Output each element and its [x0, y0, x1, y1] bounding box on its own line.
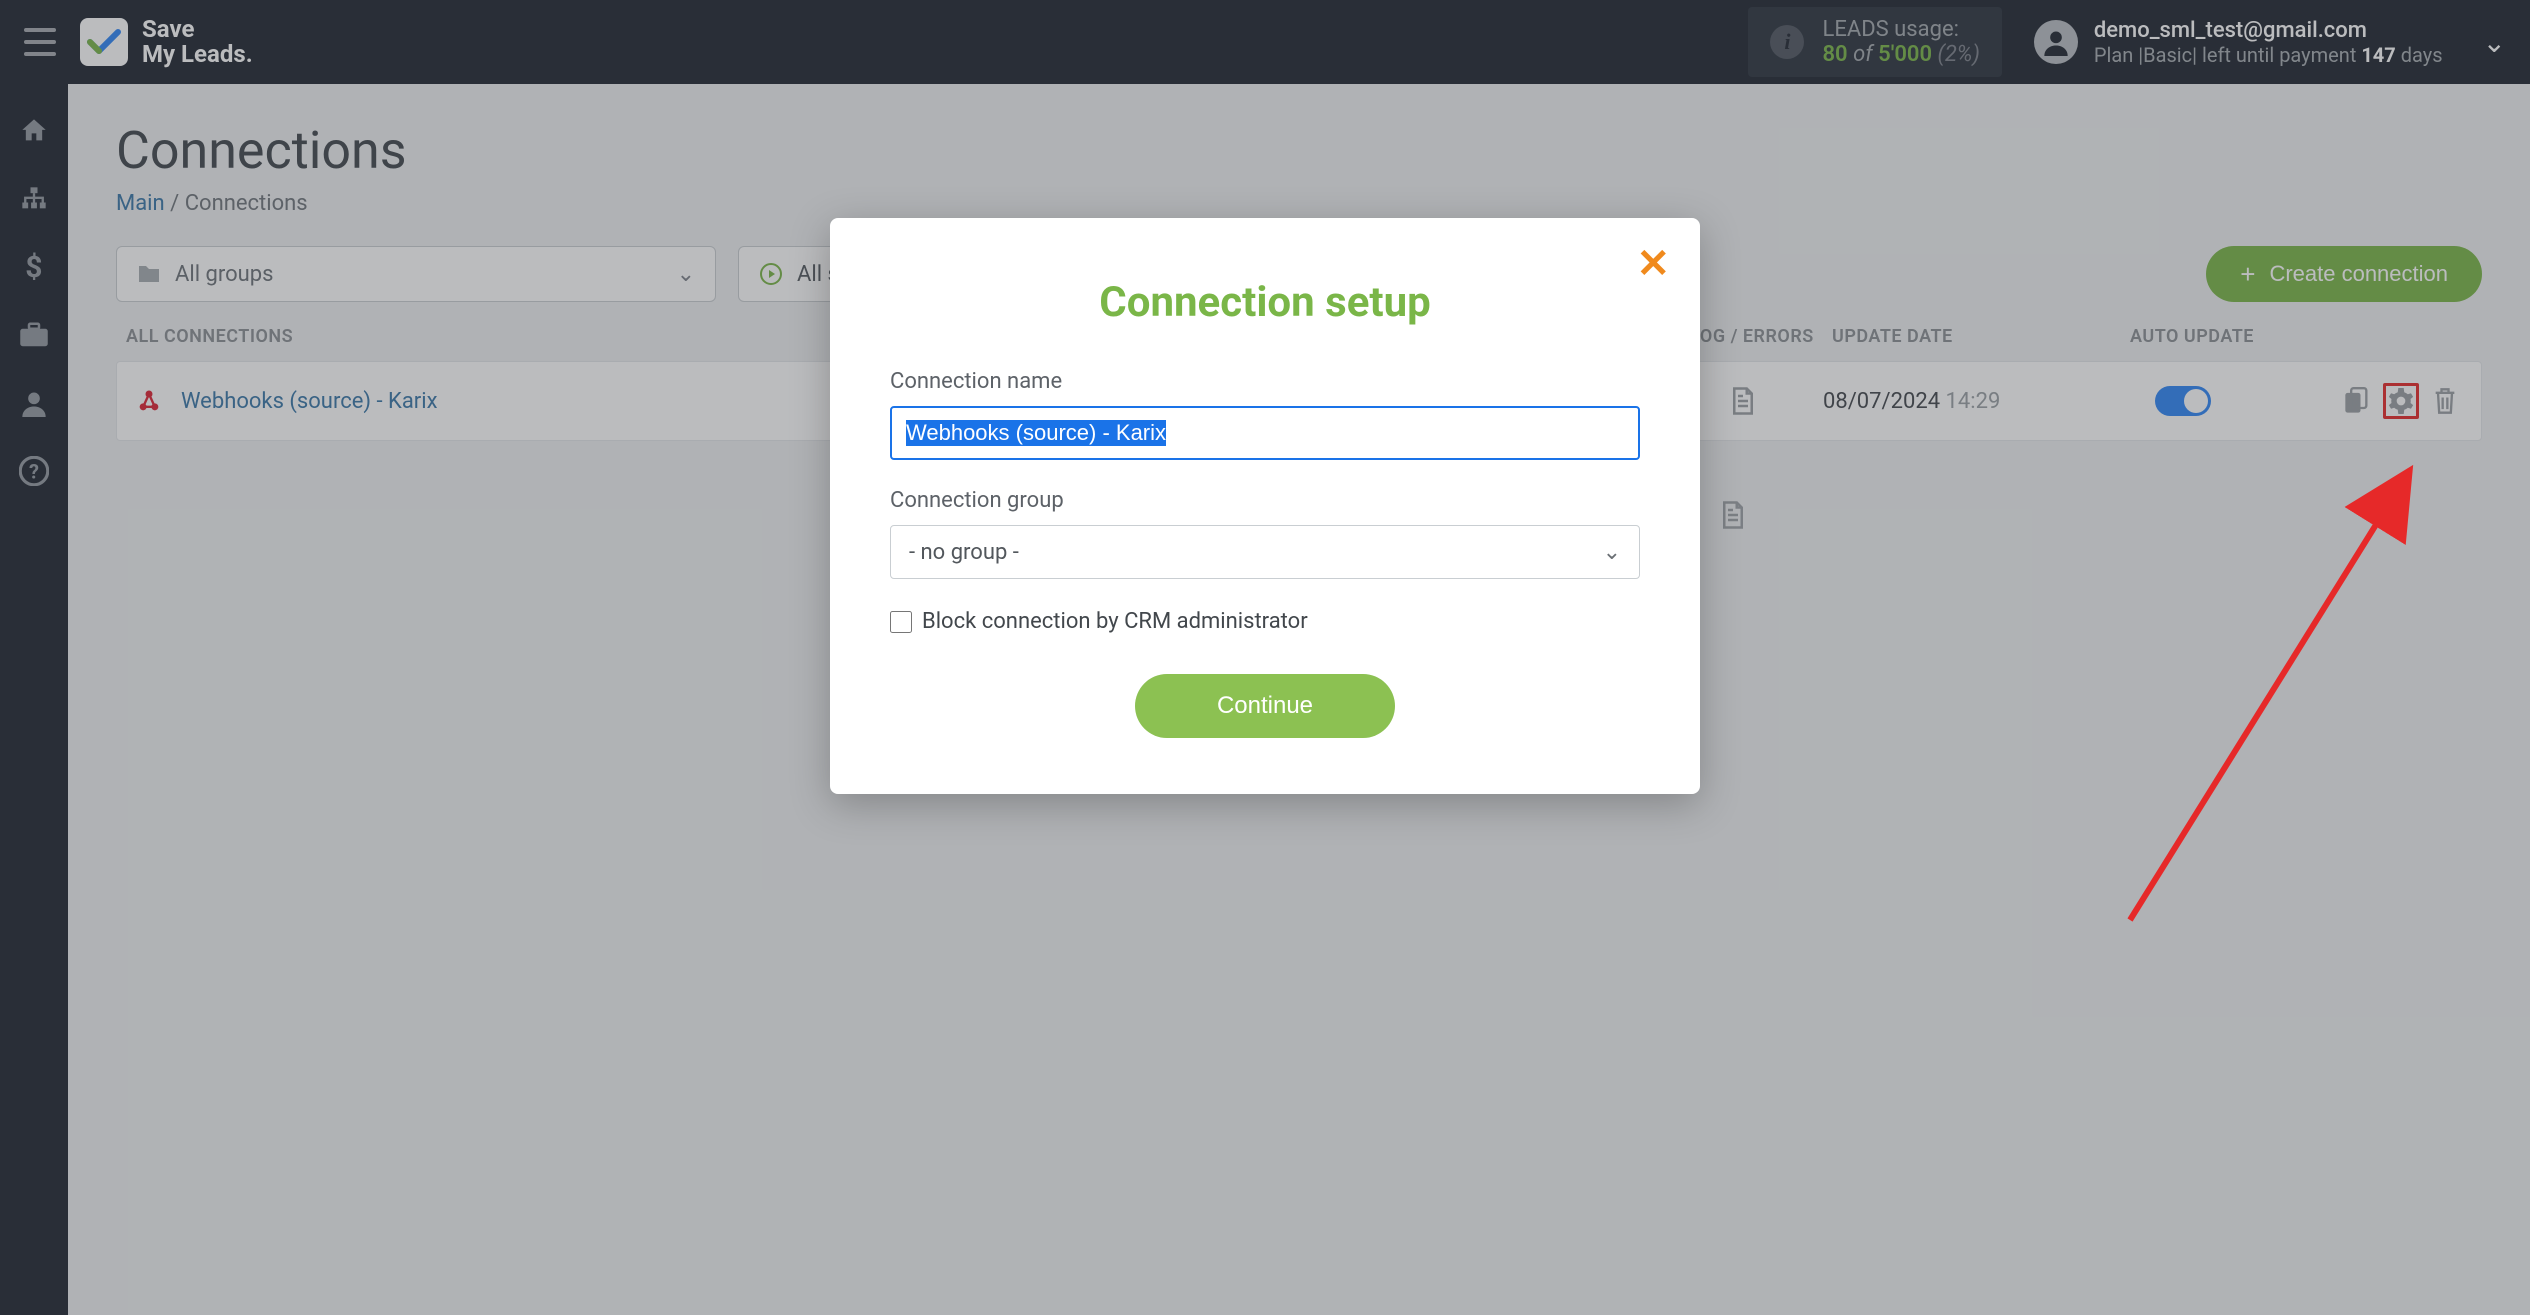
connection-name-input[interactable] [890, 406, 1640, 460]
block-connection-label: Block connection by CRM administrator [922, 609, 1308, 634]
connection-group-label: Connection group [890, 488, 1640, 513]
close-button[interactable]: ✕ [1636, 244, 1670, 284]
connection-name-label: Connection name [890, 369, 1640, 394]
connection-group-select[interactable]: - no group - ⌄ [890, 525, 1640, 579]
chevron-down-icon: ⌄ [1603, 540, 1621, 565]
connection-group-value: - no group - [909, 540, 1019, 565]
close-icon: ✕ [1636, 240, 1670, 287]
continue-button[interactable]: Continue [1135, 674, 1395, 738]
continue-label: Continue [1217, 692, 1313, 719]
block-connection-checkbox[interactable] [890, 611, 912, 633]
connection-setup-modal: ✕ Connection setup Connection name Conne… [830, 218, 1700, 794]
modal-title: Connection setup [890, 278, 1640, 327]
